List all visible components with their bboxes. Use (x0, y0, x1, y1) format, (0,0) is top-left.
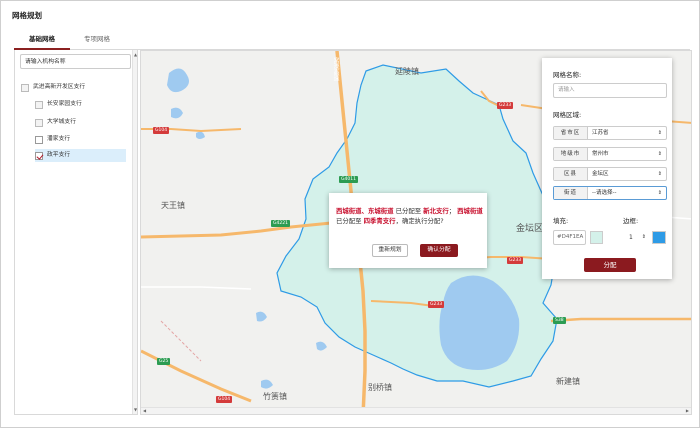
org-search-input[interactable] (20, 54, 131, 69)
scroll-left-icon[interactable]: ◀ (143, 408, 146, 413)
place-label: 金坛区 (516, 224, 544, 234)
road-badge: G4011 (339, 176, 358, 183)
map-scrollbar[interactable]: ◀ ▶ (141, 407, 691, 414)
confirm-dialog: 西城街道、东城街道 已分配至 新北支行； 西城街道 已分配至 四季青支行，确定执… (329, 193, 487, 268)
checkbox-partial-icon[interactable] (35, 119, 43, 127)
checkbox-partial-icon[interactable] (21, 84, 29, 92)
border-label: 边框: (623, 217, 639, 225)
checkbox-checked-icon[interactable] (35, 152, 43, 160)
replan-button[interactable]: 重新规划 (372, 244, 408, 257)
dialog-text: 已分配至 (336, 217, 362, 225)
chevron-updown-icon: ⇕ (657, 130, 662, 136)
fill-label: 填充: (553, 217, 569, 225)
place-label: 竹箦镇 (263, 392, 287, 401)
road-badge: G4221 (271, 220, 290, 227)
select-value: 金坛区 (592, 171, 609, 177)
dialog-text: 已分配至 (395, 207, 422, 215)
chevron-updown-icon: ⇕ (657, 151, 662, 157)
county-select[interactable]: 区县 金坛区 ⇕ (553, 167, 667, 181)
scroll-up-icon[interactable]: ▲ (133, 52, 138, 57)
road-badge: G104 (216, 396, 233, 403)
border-width-stepper[interactable]: 1 ⇕ (621, 230, 648, 245)
select-label: 街道 (554, 187, 588, 199)
road-name-label: 常溧高速 (332, 57, 339, 81)
chevron-updown-icon: ⇕ (657, 171, 662, 177)
tree-item-label: 武进高新开发区支行 (33, 84, 86, 90)
grid-name-label: 网格名称: (553, 71, 582, 79)
assign-button[interactable]: 分配 (584, 258, 636, 272)
road-badge: G104 (153, 127, 170, 134)
road-badge: S38 (553, 317, 566, 324)
road-badge: G233 (507, 257, 524, 264)
tree-item-panjia[interactable]: 潘家支行 (35, 133, 129, 146)
grid-form-panel: 网格名称: 请输入 网格区域: 省市区 江苏省 ⇕ 地级市 常州市 ⇕ 区县 金… (542, 58, 672, 279)
place-label: 新建镇 (556, 377, 580, 386)
fill-color-swatch[interactable] (590, 231, 603, 244)
select-label: 省市区 (554, 127, 588, 139)
dialog-separator: ； (448, 207, 456, 215)
street-select[interactable]: 街道 --请选择-- ⇕ (553, 186, 667, 200)
checkbox-icon[interactable] (35, 136, 43, 144)
select-label: 地级市 (554, 148, 588, 160)
tree-item-changan[interactable]: 长安家园支行 (35, 98, 129, 111)
place-label: 延陵镇 (395, 67, 419, 76)
checkbox-partial-icon[interactable] (35, 101, 43, 109)
tree-scrollbar[interactable]: ▲ ▼ (132, 50, 137, 414)
tree-item-label: 长安家园支行 (47, 101, 82, 107)
border-color-swatch[interactable] (652, 231, 666, 244)
tree-item-label: 政平支行 (47, 152, 71, 158)
tree-item-root[interactable]: 武进高新开发区支行 (21, 81, 129, 94)
org-tree-panel: 武进高新开发区支行 长安家园支行 大学城支行 潘家支行 政平支行 ▲ ▼ (14, 50, 138, 415)
grid-region-label: 网格区域: (553, 111, 582, 119)
tab-bar: 基础网格 专项网格 (14, 33, 690, 50)
scroll-down-icon[interactable]: ▼ (133, 407, 138, 412)
chevron-updown-icon: ⇕ (657, 190, 662, 196)
street-highlight: 西城街道 (457, 207, 483, 215)
border-width-value: 1 (629, 234, 633, 241)
tree-item-daxuecheng[interactable]: 大学城支行 (35, 116, 129, 129)
stepper-icon[interactable]: ⇕ (642, 230, 646, 245)
road-badge: G233 (497, 102, 514, 109)
select-value: 常州市 (592, 151, 609, 157)
tree-item-zhengping[interactable]: 政平支行 (35, 149, 126, 162)
city-select[interactable]: 地级市 常州市 ⇕ (553, 147, 667, 161)
tab-special-grid[interactable]: 专项网格 (72, 33, 122, 50)
tree-item-label: 潘家支行 (47, 136, 71, 142)
place-label: 天王镇 (161, 201, 185, 210)
grid-name-input[interactable]: 请输入 (553, 83, 667, 98)
tab-basic-grid[interactable]: 基础网格 (14, 33, 70, 50)
scroll-right-icon[interactable]: ▶ (686, 408, 689, 413)
street-highlight: 西城街道、东城街道 (336, 207, 394, 215)
road-badge: G25 (157, 358, 171, 365)
page-title: 网格规划 (12, 11, 42, 20)
dialog-tail: ，确定执行分配? (395, 217, 444, 225)
select-value: --请选择-- (592, 190, 617, 196)
branch-highlight: 新北支行 (423, 207, 449, 215)
dialog-message: 西城街道、东城街道 已分配至 新北支行； 西城街道 已分配至 四季青支行，确定执… (336, 206, 484, 226)
tree-item-label: 大学城支行 (47, 119, 76, 125)
road-badge: G233 (428, 301, 445, 308)
confirm-assign-button[interactable]: 确认分配 (420, 244, 458, 257)
branch-highlight: 四季青支行 (363, 217, 396, 225)
province-select[interactable]: 省市区 江苏省 ⇕ (553, 126, 667, 140)
select-label: 区县 (554, 168, 588, 180)
fill-color-input[interactable]: #D4F1EA (553, 230, 586, 245)
select-value: 江苏省 (592, 130, 609, 136)
place-label: 别桥镇 (368, 383, 392, 392)
